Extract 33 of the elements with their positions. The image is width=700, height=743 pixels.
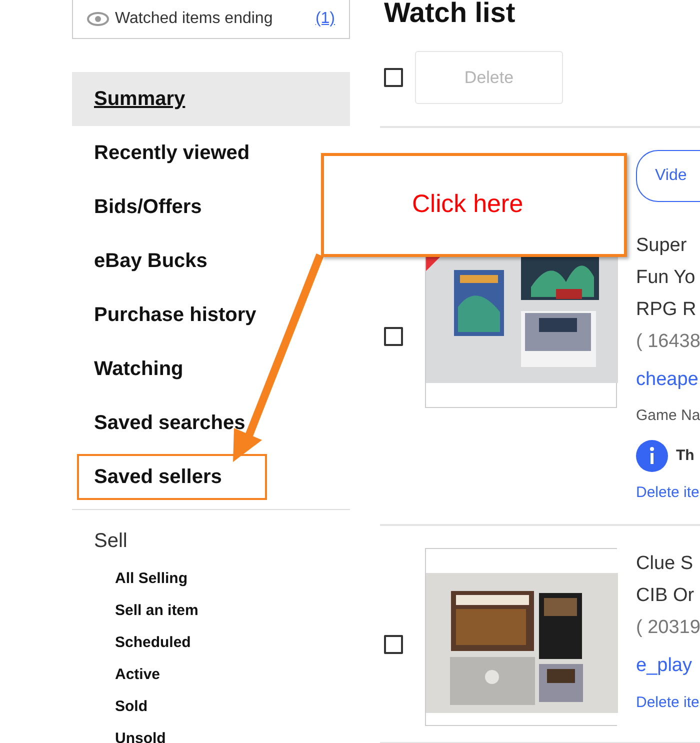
nav-link[interactable]: Active bbox=[72, 659, 350, 691]
page-title: Watch list bbox=[384, 0, 516, 29]
nav-link[interactable]: Saved sellers bbox=[77, 454, 267, 500]
nav-link[interactable]: Watching bbox=[94, 354, 184, 384]
item-number: ( 16438 bbox=[636, 330, 700, 354]
seller-link[interactable]: cheape bbox=[636, 368, 698, 390]
delete-link[interactable]: Delete ite bbox=[636, 694, 700, 711]
nav-link[interactable]: Unsold bbox=[72, 723, 350, 743]
section-heading: Sell bbox=[72, 509, 350, 563]
nav-link[interactable]: Recently viewed bbox=[94, 138, 250, 168]
item-title-line: Clue S bbox=[636, 552, 694, 576]
nav-link[interactable]: Bids/Offers bbox=[94, 192, 202, 222]
nav-link[interactable]: Summary bbox=[72, 72, 350, 126]
video-button[interactable]: Vide bbox=[636, 150, 700, 202]
delete-link[interactable]: Delete ite bbox=[636, 484, 700, 501]
nav-link[interactable]: Saved searches bbox=[94, 408, 246, 438]
nav-link[interactable]: Purchase history bbox=[94, 300, 256, 330]
count-link[interactable]: (1) bbox=[315, 7, 335, 31]
nav-link[interactable]: Sell an item bbox=[72, 595, 350, 627]
item-title-line: Super bbox=[636, 234, 688, 258]
item-number: ( 20319 bbox=[636, 616, 700, 640]
callout-text: Click here bbox=[412, 189, 524, 220]
nav-link[interactable]: Scheduled bbox=[72, 627, 350, 659]
nav-link[interactable]: Sold bbox=[72, 691, 350, 723]
item-title-line: RPG R bbox=[636, 298, 698, 322]
item-detail: Game Na bbox=[636, 406, 700, 426]
item-title-line: CIB Or bbox=[636, 584, 696, 608]
notice-text: Th bbox=[676, 446, 694, 466]
nav-link[interactable]: All Selling bbox=[72, 563, 350, 595]
seller-link[interactable]: e_play bbox=[636, 654, 692, 676]
watched-label: Watched items ending bbox=[115, 9, 273, 29]
nav-link[interactable]: eBay Bucks bbox=[94, 246, 208, 276]
item-title-line: Fun Yo bbox=[636, 266, 696, 290]
